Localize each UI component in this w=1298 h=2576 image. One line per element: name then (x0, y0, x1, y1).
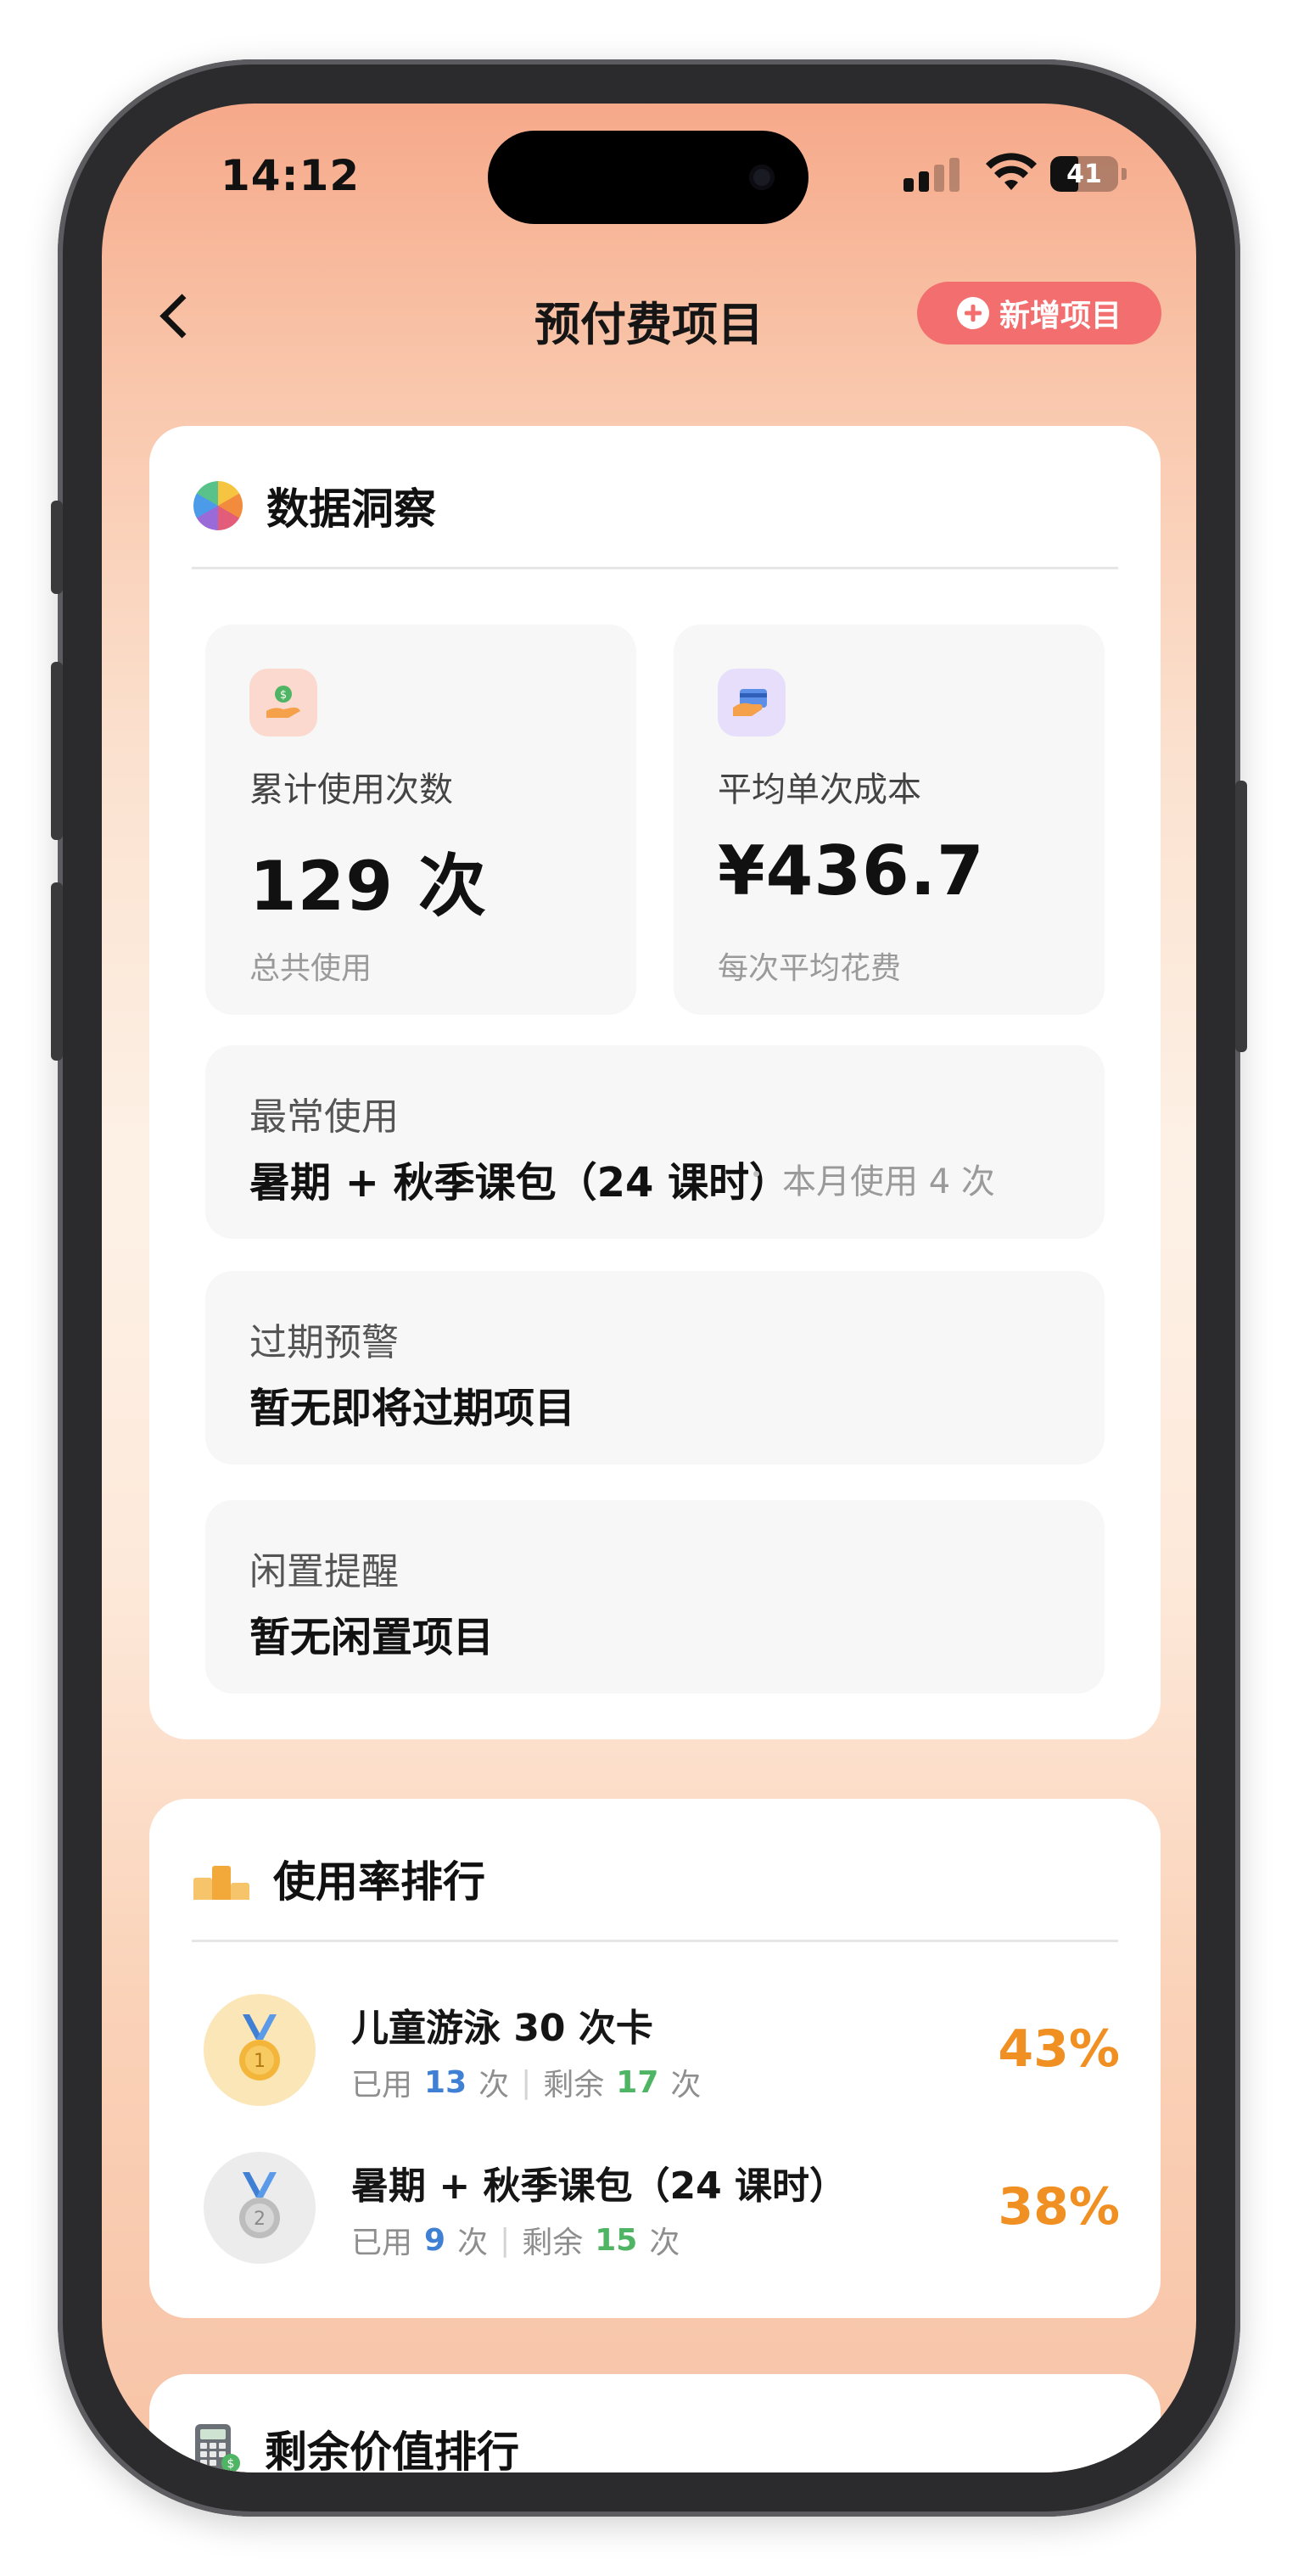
money-hand-icon: $ (249, 669, 317, 736)
most-used-label: 最常使用 (249, 1095, 399, 1139)
insights-title: 数据洞察 (266, 484, 436, 534)
status-time: 14:12 (221, 151, 361, 200)
volume-up-button (51, 662, 63, 840)
total-uses-sub: 总共使用 (249, 951, 372, 986)
svg-text:2: 2 (254, 2209, 266, 2230)
gold-medal-icon: 1 (204, 1994, 316, 2106)
idle-reminder-value: 暂无闲置项目 (249, 1614, 495, 1661)
pie-chart-icon (193, 481, 243, 530)
dynamic-island (488, 131, 808, 224)
svg-text:$: $ (227, 2457, 235, 2471)
action-button (51, 501, 63, 594)
divider (192, 567, 1118, 569)
volume-down-button (51, 882, 63, 1061)
total-uses-label: 累计使用次数 (249, 770, 453, 809)
usage-percent: 43% (998, 2019, 1120, 2079)
wifi-icon (986, 153, 1037, 190)
app-screen: 14:12 41 预付费项目 新增项目 数据洞察 $ 累计使用次数 129 次 … (102, 104, 1196, 2472)
total-uses-value: 129 次 (249, 847, 487, 926)
idle-reminder-label: 闲置提醒 (249, 1550, 399, 1593)
usage-ranking-card: 使用率排行 1 儿童游泳 30 次卡 已用 13 次 | 剩余 17 次 43%… (149, 1799, 1161, 2318)
silver-medal-icon: 2 (204, 2152, 316, 2264)
insights-header: 数据洞察 (193, 475, 436, 536)
camera-icon (749, 165, 775, 190)
ranking-item-meta: 已用 9 次 | 剩余 15 次 (351, 2218, 680, 2262)
left-count: 17 (616, 2064, 659, 2100)
expiry-warning-tile: 过期预警 暂无即将过期项目 (205, 1271, 1105, 1464)
most-used-monthly: 本月使用 4 次 (782, 1162, 995, 1201)
ranking-item[interactable]: 1 儿童游泳 30 次卡 已用 13 次 | 剩余 17 次 43% (204, 1991, 1120, 2109)
battery-icon: 41 (1050, 156, 1118, 192)
used-count: 9 (424, 2222, 446, 2258)
ranking-item-name: 暑期 + 秋季课包（24 课时） (351, 2164, 848, 2208)
meta-separator: | (500, 2222, 511, 2258)
expiry-warning-label: 过期预警 (249, 1321, 399, 1364)
used-label: 已用 (351, 2226, 413, 2260)
usage-ranking-title: 使用率排行 (273, 1857, 485, 1907)
value-ranking-title: 剩余价值排行 (265, 2428, 519, 2472)
svg-text:$: $ (280, 689, 287, 702)
usage-percent: 38% (998, 2177, 1120, 2237)
cellular-signal-icon (904, 156, 963, 192)
plus-circle-icon (956, 297, 989, 329)
battery-level: 41 (1066, 160, 1102, 189)
value-ranking-card: $ 剩余价值排行 (149, 2374, 1161, 2472)
add-project-label: 新增项目 (999, 299, 1122, 333)
avg-cost-sub: 每次平均花费 (718, 951, 902, 986)
unit-label: 次 (478, 2068, 510, 2103)
back-button[interactable] (146, 282, 205, 350)
avg-cost-tile: 平均单次成本 ¥436.7 每次平均花费 (674, 624, 1105, 1015)
left-label: 剩余 (522, 2226, 584, 2260)
battery-cap (1122, 168, 1127, 180)
credit-card-icon (718, 669, 786, 736)
divider (192, 1940, 1118, 1942)
svg-text:1: 1 (254, 2051, 266, 2072)
ranking-item-meta: 已用 13 次 | 剩余 17 次 (351, 2060, 701, 2104)
usage-ranking-header: 使用率排行 (193, 1848, 485, 1909)
idle-reminder-tile: 闲置提醒 暂无闲置项目 (205, 1500, 1105, 1694)
left-label: 剩余 (543, 2068, 605, 2103)
separator-dot (753, 1171, 759, 1177)
left-count: 15 (595, 2222, 638, 2258)
used-label: 已用 (351, 2068, 413, 2103)
page-title: 预付费项目 (534, 298, 764, 351)
unit-label: 次 (649, 2226, 680, 2260)
calculator-icon: $ (193, 2422, 241, 2472)
expiry-warning-value: 暂无即将过期项目 (249, 1385, 576, 1432)
meta-separator: | (521, 2064, 532, 2100)
most-used-value: 暑期 + 秋季课包（24 课时） (249, 1159, 791, 1207)
avg-cost-label: 平均单次成本 (718, 770, 921, 809)
insights-card: 数据洞察 $ 累计使用次数 129 次 总共使用 平均单次成本 ¥436.7 每… (149, 426, 1161, 1739)
most-used-tile[interactable]: 最常使用 暑期 + 秋季课包（24 课时） 本月使用 4 次 (205, 1045, 1105, 1239)
used-count: 13 (424, 2064, 467, 2100)
podium-icon (193, 1857, 249, 1900)
unit-label: 次 (670, 2068, 702, 2103)
add-project-button[interactable]: 新增项目 (917, 282, 1161, 344)
value-ranking-header: $ 剩余价值排行 (193, 2418, 519, 2472)
power-button (1235, 781, 1247, 1052)
avg-cost-value: ¥436.7 (718, 832, 985, 910)
ranking-item-name: 儿童游泳 30 次卡 (351, 2007, 653, 2050)
total-uses-tile: $ 累计使用次数 129 次 总共使用 (205, 624, 636, 1015)
unit-label: 次 (457, 2226, 489, 2260)
ranking-item[interactable]: 2 暑期 + 秋季课包（24 课时） 已用 9 次 | 剩余 15 次 38% (204, 2148, 1120, 2267)
